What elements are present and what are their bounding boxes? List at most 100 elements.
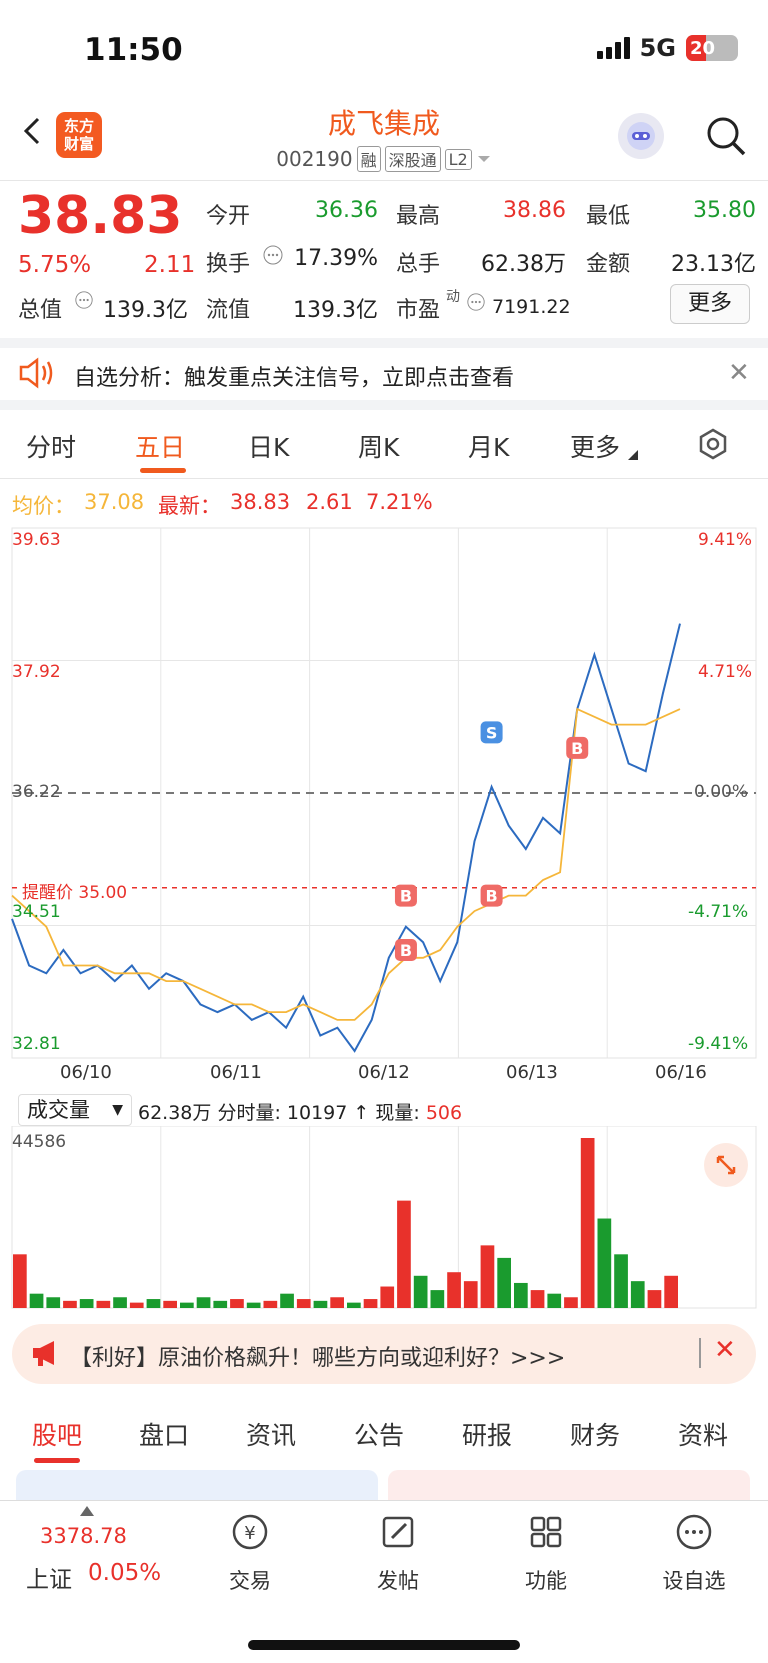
price-chart[interactable]: S B B B B bbox=[0, 520, 768, 1060]
tab-daily-k[interactable]: 日K bbox=[248, 428, 289, 464]
tab-weekly-k[interactable]: 周K bbox=[358, 428, 399, 464]
tab-more[interactable]: 更多 bbox=[570, 428, 620, 464]
more-button[interactable]: 更多 bbox=[670, 284, 750, 324]
news-divider bbox=[699, 1338, 701, 1368]
indicator-select[interactable]: 成交量 ▼ bbox=[18, 1094, 132, 1126]
y-tick-top: 39.63 bbox=[12, 530, 61, 550]
nav-add-watchlist[interactable]: 设自选 bbox=[634, 1510, 754, 1595]
value-volume: 62.38万 bbox=[481, 252, 566, 277]
trade-marker-label: B bbox=[400, 887, 412, 906]
volume-bar bbox=[96, 1300, 111, 1308]
alert-message[interactable]: 自选分析：触发重点关注信号，立即点击查看 bbox=[74, 360, 514, 392]
home-indicator bbox=[248, 1640, 520, 1650]
close-icon[interactable]: ✕ bbox=[714, 1335, 736, 1365]
volume-chart[interactable] bbox=[0, 1126, 768, 1310]
value-high: 38.86 bbox=[503, 198, 566, 223]
status-time: 11:50 bbox=[84, 32, 183, 68]
volume-bar bbox=[29, 1293, 44, 1308]
trade-icon: ¥ bbox=[232, 1514, 268, 1550]
tag-l2: L2 bbox=[444, 148, 472, 170]
volume-bar bbox=[129, 1302, 144, 1308]
volume-bar bbox=[547, 1293, 562, 1308]
nav-trade[interactable]: ¥ 交易 bbox=[190, 1510, 310, 1595]
y-tick-bottom: 32.81 bbox=[12, 1034, 61, 1054]
pct-tick-2: 4.71% bbox=[698, 662, 753, 682]
edit-icon bbox=[382, 1516, 414, 1548]
label-high: 最高 bbox=[396, 204, 441, 229]
latest-pct: 7.21% bbox=[366, 490, 433, 514]
label-float-cap: 流值 bbox=[206, 298, 251, 323]
value-float-cap: 139.3亿 bbox=[293, 298, 378, 323]
expand-icon[interactable] bbox=[704, 1143, 748, 1187]
network-type: 5G bbox=[639, 34, 676, 62]
trade-marker-label: S bbox=[486, 723, 498, 742]
value-open: 36.36 bbox=[315, 198, 378, 223]
volume-bar bbox=[530, 1290, 545, 1308]
latest-value: 38.83 bbox=[230, 490, 291, 514]
tab-five-day[interactable]: 五日 bbox=[135, 428, 185, 464]
volume-bar bbox=[63, 1300, 77, 1308]
volume-bar bbox=[46, 1297, 61, 1308]
pct-tick-base: 0.00% bbox=[694, 782, 749, 802]
nav-post[interactable]: 发帖 bbox=[338, 1510, 458, 1595]
volume-bar bbox=[313, 1300, 328, 1308]
card-peek bbox=[16, 1470, 378, 1500]
search-icon[interactable] bbox=[704, 114, 748, 158]
tab-orderbook[interactable]: 盘口 bbox=[139, 1416, 189, 1452]
tab-announcements[interactable]: 公告 bbox=[354, 1416, 404, 1452]
volume-bar bbox=[413, 1275, 428, 1308]
pct-tick-bottom: -9.41% bbox=[688, 1034, 749, 1054]
label-open: 今开 bbox=[206, 204, 251, 229]
volume-bar bbox=[397, 1200, 411, 1308]
tab-profile[interactable]: 资料 bbox=[678, 1416, 728, 1452]
pe-dynamic-tag: 动 bbox=[446, 289, 460, 305]
tab-research[interactable]: 研报 bbox=[462, 1416, 512, 1452]
price-line bbox=[11, 623, 681, 1053]
nav-divider bbox=[0, 1500, 768, 1501]
tab-intraday[interactable]: 分时 bbox=[26, 428, 76, 464]
value-low: 35.80 bbox=[693, 198, 756, 223]
x-label: 06/13 bbox=[506, 1062, 558, 1083]
index-pct[interactable]: 0.05% bbox=[88, 1560, 161, 1586]
index-value[interactable]: 3378.78 bbox=[40, 1524, 127, 1548]
tab-forum[interactable]: 股吧 bbox=[32, 1416, 82, 1452]
card-peek bbox=[388, 1470, 750, 1500]
volume-bar bbox=[180, 1302, 194, 1308]
value-market-cap: 139.3亿 bbox=[103, 298, 188, 323]
trade-marker-label: B bbox=[571, 739, 583, 758]
volume-bar bbox=[480, 1245, 495, 1308]
volume-bar bbox=[13, 1254, 27, 1308]
volume-bar bbox=[630, 1281, 645, 1308]
robot-assistant-icon[interactable] bbox=[618, 113, 664, 159]
gear-icon[interactable] bbox=[696, 427, 730, 461]
trade-marker-label: B bbox=[485, 887, 497, 906]
battery-icon: 20 bbox=[686, 35, 738, 61]
speaker-icon bbox=[19, 357, 53, 389]
latest-change: 2.61 bbox=[306, 490, 353, 514]
info-dots-icon[interactable] bbox=[74, 290, 94, 310]
x-label: 06/12 bbox=[358, 1062, 410, 1083]
close-icon[interactable]: ✕ bbox=[728, 358, 750, 388]
tab-news[interactable]: 资讯 bbox=[246, 1416, 296, 1452]
volume-bar bbox=[380, 1286, 395, 1308]
volume-bar bbox=[213, 1300, 228, 1308]
tab-monthly-k[interactable]: 月K bbox=[468, 428, 509, 464]
volume-bar bbox=[280, 1293, 294, 1308]
avg-value: 37.08 bbox=[84, 490, 145, 514]
info-dots-icon[interactable] bbox=[262, 244, 284, 266]
megaphone-icon bbox=[33, 1341, 54, 1366]
volume-bar bbox=[263, 1300, 278, 1308]
volume-bar bbox=[246, 1302, 261, 1308]
tab-finance[interactable]: 财务 bbox=[570, 1416, 620, 1452]
dropdown-icon bbox=[477, 156, 490, 162]
signal-icon bbox=[596, 37, 630, 59]
volume-bar bbox=[614, 1254, 628, 1308]
nav-functions[interactable]: 功能 bbox=[486, 1510, 606, 1595]
volume-bar bbox=[296, 1299, 311, 1308]
news-headline[interactable]: 【利好】原油价格飙升！哪些方向或迎利好？>>> bbox=[70, 1340, 565, 1372]
x-label: 06/16 bbox=[655, 1062, 707, 1083]
index-name[interactable]: 上证 bbox=[26, 1560, 72, 1594]
info-dots-icon[interactable] bbox=[466, 292, 486, 312]
volume-info: 62.38万 分时量: 10197 ↑ 现量: 506 bbox=[138, 1102, 463, 1124]
alert-line-label: 提醒价 35.00 bbox=[22, 878, 128, 903]
